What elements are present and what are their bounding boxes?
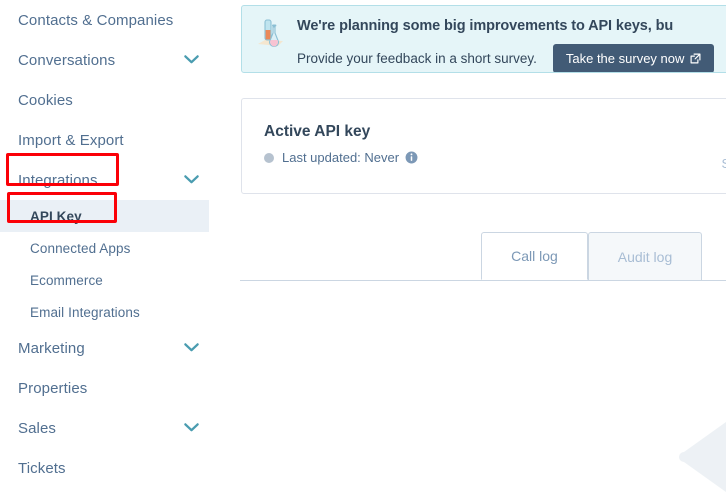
ellipsis-icon[interactable]: •••	[684, 127, 726, 139]
sidebar-nav-list: Contacts & Companies Conversations Cookies…	[0, 0, 240, 500]
last-updated-text: Last updated: Never	[282, 150, 400, 165]
sidebar-item-label: Properties	[18, 379, 88, 397]
sidebar-item-api-key[interactable]: API Key	[0, 200, 209, 232]
sidebar-item-properties[interactable]: Properties	[0, 368, 240, 408]
tab-label: Call log	[511, 248, 558, 264]
active-api-key-card: Active API key Last updated: Never ••• S…	[241, 98, 726, 194]
external-link-icon	[690, 53, 701, 64]
lab-flask-icon	[256, 18, 286, 52]
page-root: Contacts & Companies Conversations Cookies…	[0, 0, 726, 500]
banner-headline: We're planning some big improvements to …	[297, 18, 674, 34]
sidebar-item-conversations[interactable]: Conversations	[0, 40, 240, 80]
sidebar-item-label: Marketing	[18, 339, 85, 357]
card-actions: ••• Show	[684, 127, 726, 171]
main-content: We're planning some big improvements to …	[240, 0, 726, 500]
sidebar-item-import-export[interactable]: Import & Export	[0, 120, 240, 160]
sidebar-item-label: Contacts & Companies	[18, 11, 174, 29]
sidebar-item-label: Tickets	[18, 459, 66, 477]
tab-call-log[interactable]: Call log	[481, 232, 588, 280]
chevron-down-icon[interactable]	[184, 55, 199, 69]
take-survey-button[interactable]: Take the survey now	[552, 44, 715, 72]
card-status-row: Last updated: Never	[264, 150, 418, 165]
status-dot	[264, 152, 274, 163]
sidebar-item-integrations[interactable]: Integrations	[0, 160, 240, 200]
show-key-link[interactable]: Show	[684, 156, 726, 171]
sidebar-item-cookies[interactable]: Cookies	[0, 80, 240, 120]
info-icon[interactable]	[405, 151, 418, 164]
banner-subrow: Provide your feedback in a short survey.…	[297, 44, 726, 72]
tab-label: Audit log	[617, 248, 673, 265]
tab-audit-log[interactable]: Audit log	[588, 232, 702, 280]
sidebar-item-label: Import & Export	[18, 131, 124, 149]
sidebar-item-label: Conversations	[18, 51, 116, 69]
chevron-down-icon[interactable]	[184, 175, 199, 189]
sidebar-item-connected-apps[interactable]: Connected Apps	[0, 232, 240, 264]
settings-sidebar: Contacts & Companies Conversations Cookies…	[0, 0, 240, 500]
sidebar-item-tickets[interactable]: Tickets	[0, 448, 240, 488]
sidebar-item-label: Connected Apps	[30, 240, 131, 256]
chevron-down-icon[interactable]	[184, 423, 199, 437]
take-survey-label: Take the survey now	[565, 51, 685, 66]
sidebar-item-sales[interactable]: Sales	[0, 408, 240, 448]
sidebar-item-label: Cookies	[18, 91, 73, 109]
chevron-down-icon[interactable]	[184, 343, 199, 357]
sidebar-item-label: Integrations	[18, 171, 98, 189]
sidebar-item-label: Email Integrations	[30, 304, 140, 320]
banner-text-block: We're planning some big improvements to …	[297, 17, 726, 72]
card-title: Active API key	[264, 123, 371, 140]
chevron-left-handle-icon[interactable]	[670, 422, 726, 494]
sidebar-item-label: API Key	[30, 208, 82, 224]
sidebar-item-contacts-companies[interactable]: Contacts & Companies	[0, 0, 240, 40]
sidebar-item-email-integrations[interactable]: Email Integrations	[0, 296, 240, 328]
api-improvements-banner: We're planning some big improvements to …	[241, 5, 726, 73]
sidebar-item-marketing[interactable]: Marketing	[0, 328, 240, 368]
log-tab-strip: Call log Audit log	[240, 232, 726, 281]
sidebar-item-tracking-code[interactable]: Tracking Code	[0, 488, 240, 500]
banner-subtext: Provide your feedback in a short survey.	[297, 51, 537, 66]
sidebar-item-label: Ecommerce	[30, 272, 103, 288]
sidebar-item-ecommerce[interactable]: Ecommerce	[0, 264, 240, 296]
sidebar-item-label: Sales	[18, 419, 57, 437]
